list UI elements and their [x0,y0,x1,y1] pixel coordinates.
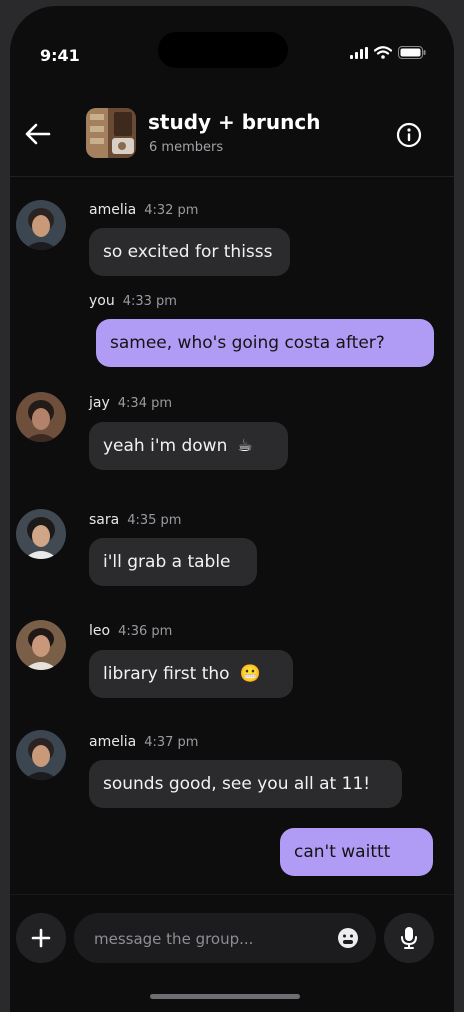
message-text: can't waittt [294,842,391,862]
message-bubble[interactable]: library first tho 😬 [89,650,293,698]
grimace-emoji: 😬 [239,664,261,684]
message-text: sounds good, see you all at 11! [103,774,371,794]
back-button[interactable] [20,116,56,152]
info-button[interactable] [394,120,424,150]
sender-name: leo [89,623,111,639]
avatar-amelia[interactable] [16,730,66,780]
message-meta: amelia 4:32 pm [89,202,198,218]
member-count: 6 members [149,140,224,155]
avatar-photo [16,509,66,559]
mic-icon [401,927,417,949]
group-avatar[interactable] [86,108,136,158]
message-time: 4:35 pm [127,513,182,528]
coffee-emoji: ☕ [237,436,253,456]
sender-name: sara [89,512,120,528]
message-bubble[interactable]: yeah i'm down ☕ [89,422,288,470]
message-bubble[interactable]: i'll grab a table [89,538,257,586]
avatar-photo [16,392,66,442]
message-bubble[interactable]: so excited for thisss [89,228,290,276]
avatar-jay[interactable] [16,392,66,442]
message-meta: sara 4:35 pm [89,512,181,528]
info-icon [396,122,422,148]
message-time: 4:34 pm [117,396,173,411]
add-attachment-button[interactable] [16,913,66,963]
plus-icon [31,928,51,948]
message-text: yeah i'm down [103,436,228,456]
home-indicator[interactable] [150,994,300,999]
sender-name: amelia [89,202,137,218]
message-text: i'll grab a table [103,552,231,572]
voice-message-button[interactable] [384,913,434,963]
signal-icon [350,46,368,59]
chat-header: study + brunch 6 members [10,98,454,177]
message-text: library first tho [103,664,230,684]
message-meta: you 4:33 pm [89,293,177,309]
avatar-photo [16,620,66,670]
message-bubble[interactable]: sounds good, see you all at 11! [89,760,402,808]
avatar-photo [16,730,66,780]
avatar-sara[interactable] [16,509,66,559]
message-time: 4:36 pm [118,624,173,639]
message-time: 4:33 pm [122,294,177,309]
status-icons [350,46,426,59]
avatar-amelia[interactable] [16,200,66,250]
sender-name: you [89,293,115,309]
sender-name: amelia [89,734,137,750]
dynamic-island [158,32,288,68]
avatar-leo[interactable] [16,620,66,670]
message-meta: leo 4:36 pm [89,623,172,639]
avatar-photo [16,200,66,250]
message-input[interactable] [92,913,326,965]
message-text: so excited for thisss [103,242,273,262]
phone-frame: 9:41 study + brunch 6 members amelia 4:3… [0,0,464,1012]
message-meta: amelia 4:37 pm [89,734,198,750]
message-bubble-outgoing[interactable]: can't waittt [280,828,433,876]
group-photo [86,108,136,158]
message-time: 4:37 pm [144,735,199,750]
group-title: study + brunch [148,110,321,134]
message-meta: jay 4:34 pm [89,395,172,411]
sender-name: jay [89,395,110,411]
status-time: 9:41 [40,46,80,65]
message-text: samee, who's going costa after? [110,333,385,353]
chat-screen: 9:41 study + brunch 6 members amelia 4:3… [10,6,454,1012]
battery-icon [398,46,426,59]
back-arrow-icon [25,123,51,145]
message-bubble-outgoing[interactable]: samee, who's going costa after? [96,319,434,367]
message-time: 4:32 pm [144,203,199,218]
message-input-container [74,913,376,965]
emoji-icon[interactable] [336,926,360,950]
wifi-icon [374,46,392,59]
